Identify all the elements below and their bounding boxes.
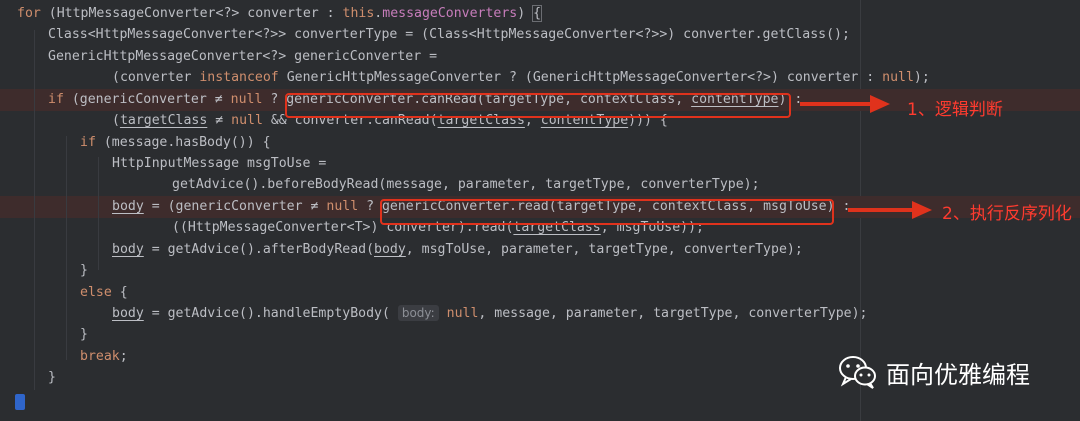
parameter-hint: body: <box>397 305 439 321</box>
code-token: body <box>112 242 144 257</box>
code-token: null <box>882 70 914 85</box>
indent-guide <box>34 30 35 390</box>
code-editor[interactable]: for (HttpMessageConverter<?> converter :… <box>0 0 1080 421</box>
code-token: ≠ <box>207 113 232 128</box>
code-token: GenericHttpMessageConverter<?> genericCo… <box>48 49 438 64</box>
code-text: (converter instanceof GenericHttpMessage… <box>112 67 930 89</box>
code-text: if (genericConverter ≠ null ? genericCon… <box>48 89 802 111</box>
code-text: break; <box>80 346 128 368</box>
code-token: HttpInputMessage msgToUse = <box>112 156 327 171</box>
code-line[interactable]: for (HttpMessageConverter<?> converter :… <box>0 3 1080 25</box>
code-text: if (message.hasBody()) { <box>80 132 271 154</box>
code-token: = (genericConverter ≠ <box>143 199 327 214</box>
code-token: body <box>112 199 144 214</box>
code-token: , <box>524 113 541 128</box>
code-text: getAdvice().beforeBodyRead(message, para… <box>172 174 760 196</box>
code-token: ) : <box>778 92 803 107</box>
code-token: ); <box>913 70 930 85</box>
code-text: HttpInputMessage msgToUse = <box>112 153 326 175</box>
code-token: (genericConverter ≠ <box>63 92 231 107</box>
annotation-logic-check: 1、逻辑判断 <box>907 100 1003 120</box>
code-token: contentType <box>540 113 629 128</box>
code-text: GenericHttpMessageConverter<?> genericCo… <box>48 46 437 68</box>
code-token: , msgToUse)); <box>600 220 704 235</box>
code-token: body <box>112 306 144 321</box>
code-line[interactable]: body = getAdvice().handleEmptyBody( body… <box>0 303 1080 325</box>
code-token: = getAdvice().handleEmptyBody( <box>143 306 398 321</box>
code-line[interactable]: if (message.hasBody()) { <box>0 132 1080 154</box>
code-text: (targetClass ≠ null && converter.canRead… <box>112 110 668 132</box>
code-text: Class<HttpMessageConverter<?>> converter… <box>48 24 850 46</box>
annotation-deserialize: 2、执行反序列化 <box>942 204 1072 224</box>
code-text: else { <box>80 282 128 304</box>
code-text: body = (genericConverter ≠ null ? generi… <box>112 196 850 218</box>
code-line[interactable]: getAdvice().beforeBodyRead(message, para… <box>0 174 1080 196</box>
code-token: getAdvice().beforeBodyRead(message, para… <box>172 177 760 192</box>
code-token: } <box>80 327 88 342</box>
code-token: ))) { <box>628 113 668 128</box>
code-token: targetClass <box>119 113 208 128</box>
wechat-icon <box>839 356 876 389</box>
watermark: 面向优雅编程 <box>838 355 1030 389</box>
code-token: for <box>17 6 41 21</box>
code-text: ((HttpMessageConverter<T>) converter).re… <box>172 217 704 239</box>
code-token: null <box>446 306 479 321</box>
code-token: break <box>80 349 120 364</box>
code-line[interactable]: } <box>0 324 1080 346</box>
code-text: } <box>80 260 88 282</box>
code-token: contentType <box>691 92 779 107</box>
code-token: , msgToUse, parameter, targetType, conve… <box>405 242 803 257</box>
code-token: targetClass <box>437 113 525 128</box>
code-token: ? genericConverter.read(targetType, cont… <box>358 199 851 214</box>
code-token: (HttpMessageConverter<?> converter : <box>40 6 343 21</box>
code-token: if <box>48 92 64 107</box>
code-line[interactable]: } <box>0 260 1080 282</box>
code-token: if <box>80 135 96 150</box>
code-line[interactable]: Class<HttpMessageConverter<?>> converter… <box>0 24 1080 46</box>
code-token: ( <box>112 113 120 128</box>
code-token: messageConverters <box>382 6 518 21</box>
code-token: , message, parameter, targetType, conver… <box>478 306 868 321</box>
code-token: GenericHttpMessageConverter ? (GenericHt… <box>278 70 883 85</box>
code-line[interactable]: GenericHttpMessageConverter<?> genericCo… <box>0 46 1080 68</box>
code-token: } <box>80 263 88 278</box>
code-token: null <box>326 199 359 214</box>
code-line[interactable]: body = getAdvice().afterBodyRead(body, m… <box>0 239 1080 261</box>
code-line[interactable]: HttpInputMessage msgToUse = <box>0 153 1080 175</box>
arrow-icon <box>800 95 890 113</box>
code-text: body = getAdvice().handleEmptyBody( body… <box>112 303 867 325</box>
code-token: (converter <box>112 70 200 85</box>
indent-guide <box>66 136 67 360</box>
code-token: Class<HttpMessageConverter<?>> converter… <box>48 27 850 42</box>
watermark-text: 面向优雅编程 <box>886 360 1030 389</box>
code-line[interactable]: ((HttpMessageConverter<T>) converter).re… <box>0 217 1080 239</box>
code-token: = getAdvice().afterBodyRead( <box>143 242 375 257</box>
code-token: else <box>80 285 112 300</box>
code-token: ; <box>119 349 128 364</box>
code-token: { <box>111 285 128 300</box>
code-text: body = getAdvice().afterBodyRead(body, m… <box>112 239 803 261</box>
code-token: ((HttpMessageConverter<T>) converter).re… <box>172 220 514 235</box>
code-text: for (HttpMessageConverter<?> converter :… <box>17 3 543 25</box>
arrow-icon <box>848 201 932 219</box>
code-token: ? genericConverter.canRead(targetType, c… <box>262 92 692 107</box>
code-line[interactable]: (converter instanceof GenericHttpMessage… <box>0 67 1080 89</box>
fold-marker-icon[interactable] <box>15 394 25 410</box>
code-token: instanceof <box>199 70 279 85</box>
code-token: this <box>342 6 375 21</box>
code-text: } <box>80 324 88 346</box>
code-token: null <box>231 113 263 128</box>
code-token: } <box>48 370 56 385</box>
code-token: && converter.canRead( <box>262 113 438 128</box>
code-token: targetClass <box>513 220 601 235</box>
code-token: ) <box>517 6 534 21</box>
code-line[interactable]: else { <box>0 282 1080 304</box>
code-token: { <box>532 5 543 22</box>
code-token: null <box>230 92 263 107</box>
code-token: (message.hasBody()) { <box>95 135 271 150</box>
indent-guide <box>98 157 99 270</box>
code-text: } <box>48 367 56 389</box>
code-token: body <box>374 242 406 257</box>
